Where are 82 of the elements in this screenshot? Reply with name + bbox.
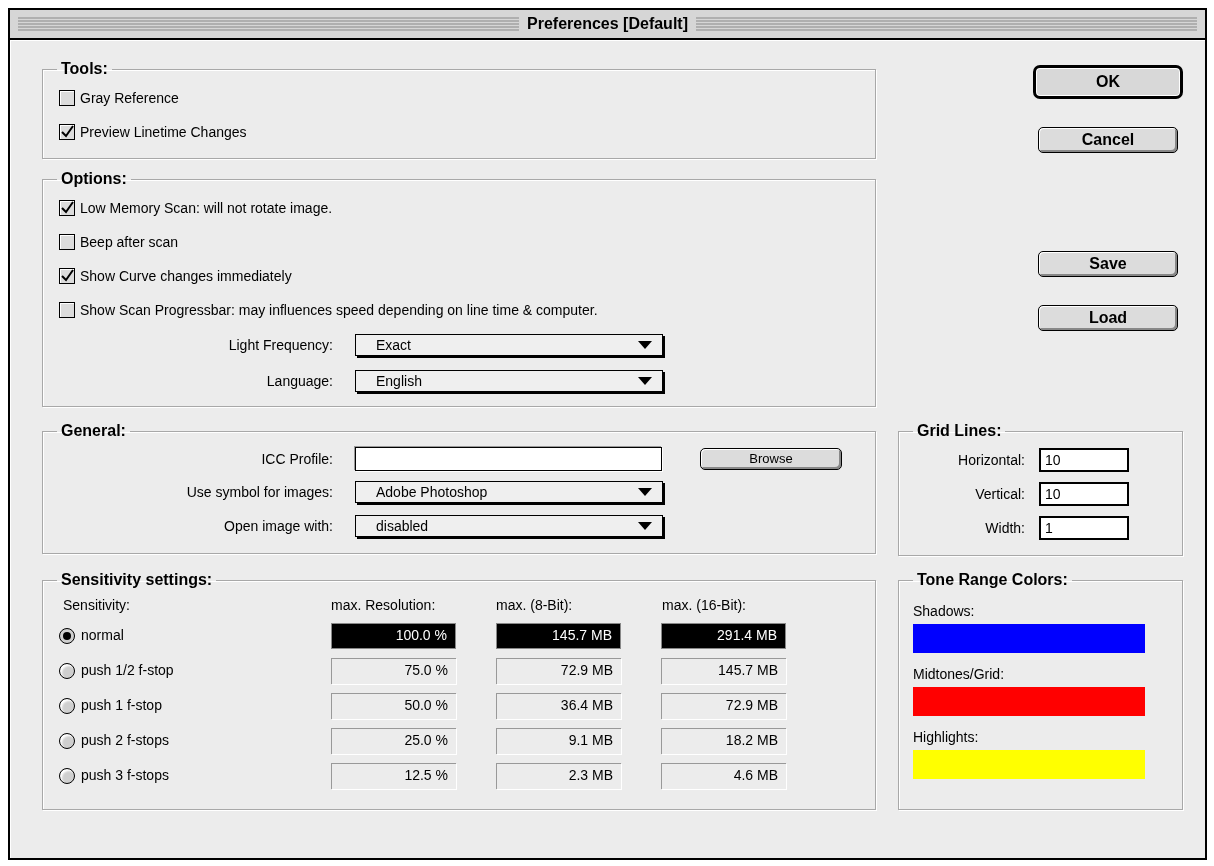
value-cell: 12.5 % — [331, 762, 456, 789]
column-header: max. (8-Bit): — [496, 595, 574, 615]
button[interactable]: Cancel — [1038, 127, 1178, 153]
checkmark-icon — [60, 269, 74, 283]
value-cell: 2.3 MB — [496, 762, 621, 789]
radio-label: push 2 f-stops — [81, 731, 169, 750]
radio-button[interactable] — [59, 662, 75, 679]
panel-title: Grid Lines: — [916, 421, 1003, 441]
text-field[interactable] — [355, 447, 662, 471]
browse-button[interactable]: Browse — [700, 448, 842, 470]
value-cell: 4.6 MB — [661, 762, 786, 789]
radio-button[interactable] — [59, 767, 75, 784]
text-field[interactable]: 10 — [1039, 448, 1129, 472]
value-cell: 75.0 % — [331, 657, 456, 684]
checkbox[interactable] — [59, 234, 75, 250]
value-cell: 18.2 MB — [661, 727, 786, 754]
button[interactable]: OK — [1033, 65, 1183, 99]
dropdown[interactable]: Adobe Photoshop — [355, 481, 663, 503]
panel-title: General: — [60, 421, 127, 441]
panel-title: Sensitivity settings: — [60, 570, 214, 590]
value-cell: 72.9 MB — [661, 692, 786, 719]
radio-label: normal — [81, 626, 124, 645]
checkbox[interactable] — [59, 200, 75, 216]
dropdown[interactable]: Exact — [355, 334, 663, 356]
button[interactable]: Load — [1038, 305, 1178, 331]
radio-label: push 1 f-stop — [81, 696, 162, 715]
color-label: Shadows: — [913, 602, 976, 621]
radio-label: push 3 f-stops — [81, 766, 169, 785]
value-cell: 145.7 MB — [496, 622, 621, 649]
field-label: Light Frequency: — [227, 335, 334, 355]
checkbox[interactable] — [59, 302, 75, 318]
color-label: Highlights: — [913, 728, 980, 747]
dropdown-arrow-icon — [638, 488, 652, 496]
field-label: Language: — [265, 371, 334, 391]
value-cell: 25.0 % — [331, 727, 456, 754]
radio-button[interactable] — [59, 732, 75, 749]
dropdown-arrow-icon — [638, 377, 652, 385]
checkmark-icon — [60, 125, 74, 139]
radio-button[interactable] — [59, 697, 75, 714]
checkbox[interactable] — [59, 124, 75, 140]
dropdown-arrow-icon — [638, 341, 652, 349]
field-label: Use symbol for images: — [185, 482, 334, 502]
checkmark-icon — [60, 201, 74, 215]
field-label: ICC Profile: — [260, 449, 334, 469]
value-cell: 9.1 MB — [496, 727, 621, 754]
value-cell: 36.4 MB — [496, 692, 621, 719]
color-label: Midtones/Grid: — [913, 665, 1006, 684]
column-header: Sensitivity: — [62, 595, 131, 615]
panel-title: Tone Range Colors: — [916, 570, 1069, 590]
text-field[interactable]: 10 — [1039, 482, 1129, 506]
dropdown-arrow-icon — [638, 522, 652, 530]
dropdown[interactable]: English — [355, 370, 663, 392]
value-cell: 291.4 MB — [661, 622, 786, 649]
color-swatch[interactable] — [913, 750, 1145, 779]
radio-button[interactable] — [59, 627, 75, 644]
column-header: max. Resolution: — [331, 595, 437, 615]
text-field[interactable]: 1 — [1039, 516, 1129, 540]
color-swatch[interactable] — [913, 687, 1145, 716]
value-cell: 100.0 % — [331, 622, 456, 649]
column-header: max. (16-Bit): — [662, 595, 747, 615]
checkbox-label: Show Curve changes immediately — [80, 266, 292, 286]
window-title: Preferences [Default] — [527, 14, 688, 34]
checkbox-label: Show Scan Progressbar: may influences speed depending on line time & computer. — [80, 300, 598, 320]
color-swatch[interactable] — [913, 624, 1145, 653]
field-label: Horizontal: — [957, 450, 1026, 470]
checkbox-label: Beep after scan — [80, 232, 179, 252]
value-cell: 145.7 MB — [661, 657, 786, 684]
dropdown[interactable]: disabled — [355, 515, 663, 537]
panel-title: Tools: — [60, 59, 109, 79]
value-cell: 50.0 % — [331, 692, 456, 719]
value-cell: 72.9 MB — [496, 657, 621, 684]
field-label: Open image with: — [223, 516, 334, 536]
panel-title: Options: — [60, 169, 128, 189]
field-label: Vertical: — [974, 484, 1026, 504]
checkbox[interactable] — [59, 268, 75, 284]
field-label: Width: — [984, 518, 1026, 538]
checkbox-label: Gray Reference — [80, 88, 179, 108]
checkbox-label: Preview Linetime Changes — [80, 122, 247, 142]
checkbox-label: Low Memory Scan: will not rotate image. — [80, 198, 333, 218]
checkbox[interactable] — [59, 90, 75, 106]
button[interactable]: Save — [1038, 251, 1178, 277]
radio-label: push 1/2 f-stop — [81, 661, 174, 680]
